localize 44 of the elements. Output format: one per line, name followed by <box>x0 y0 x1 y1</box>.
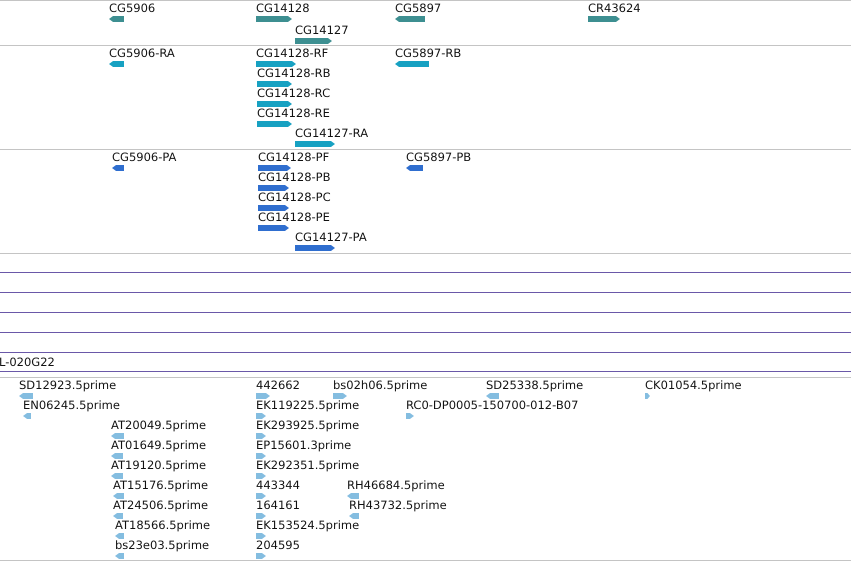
feature-label: CG14127-PA <box>295 231 367 244</box>
feature-label: CG14128-RB <box>257 67 331 80</box>
feature-label: AT01649.5prime <box>111 439 206 452</box>
feature-label: CR43624 <box>588 2 641 15</box>
feature-label: CG14128-PE <box>258 211 330 224</box>
feature-label: CG14127 <box>295 24 349 37</box>
feature-label: CG14128-RC <box>257 87 330 100</box>
feature-label: CG5897-PB <box>406 151 472 164</box>
feature-label: AT18566.5prime <box>115 519 210 532</box>
feature-label: RH46684.5prime <box>347 479 445 492</box>
feature-label: CK01054.5prime <box>645 379 742 392</box>
feature-label: EK293925.5prime <box>256 419 360 432</box>
feature-label: 443344 <box>256 479 300 492</box>
feature-label: bs23e03.5prime <box>115 539 210 552</box>
feature-label: CG5906-PA <box>112 151 176 164</box>
feature-label: RH43732.5prime <box>349 499 447 512</box>
feature-label: SD12923.5prime <box>19 379 116 392</box>
feature-label: CG5897 <box>395 2 442 15</box>
feature-label: CG14128 <box>256 2 310 15</box>
feature-label: CG14127-RA <box>295 127 368 140</box>
feature-label: CG14128-PC <box>258 191 331 204</box>
feature-label: AT19120.5prime <box>111 459 206 472</box>
feature-label: EN06245.5prime <box>23 399 120 412</box>
feature-label: EK292351.5prime <box>256 459 360 472</box>
feature-label: 442662 <box>256 379 300 392</box>
feature-label: bs02h06.5prime <box>333 379 428 392</box>
feature-label: CG14128-RE <box>257 107 330 120</box>
feature-label: SD25338.5prime <box>486 379 584 392</box>
feature-label: EK153524.5prime <box>256 519 360 532</box>
feature-label: RC0-DP0005-150700-012-B07 <box>406 399 578 412</box>
feature-label: CG14128-PB <box>258 171 330 184</box>
feature-label: CG14128-RF <box>256 47 328 60</box>
feature-label: CG5906 <box>109 2 156 15</box>
feature-label: CG14128-PF <box>258 151 330 164</box>
clone-label: L-020G22 <box>0 356 55 368</box>
feature-label: AT24506.5prime <box>113 499 208 512</box>
feature-label: AT15176.5prime <box>113 479 208 492</box>
feature-label: 204595 <box>256 539 300 552</box>
feature-label: AT20049.5prime <box>111 419 206 432</box>
feature-label: EK119225.5prime <box>256 399 360 412</box>
feature-label: EP15601.3prime <box>256 439 352 452</box>
feature-label: 164161 <box>256 499 300 512</box>
feature-label: CG5906-RA <box>109 47 175 60</box>
feature-label: CG5897-RB <box>395 47 462 60</box>
